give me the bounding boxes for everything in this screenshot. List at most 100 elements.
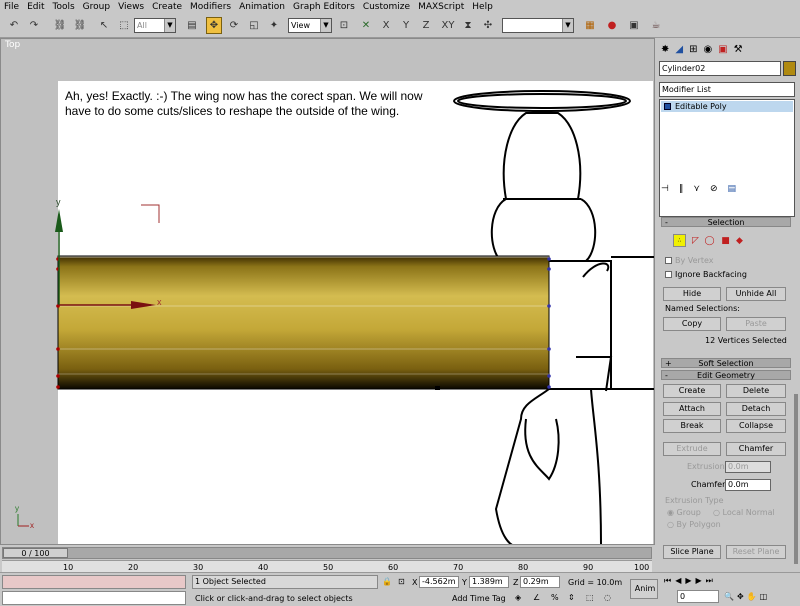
maxscript-listener-field[interactable]	[2, 575, 186, 589]
menu-graph-editors[interactable]: Graph Editors	[293, 2, 355, 12]
render-scene-icon[interactable]: ▣	[626, 17, 642, 34]
display-tab-icon[interactable]: ▣	[718, 44, 727, 55]
show-end-result-icon[interactable]: ‖	[679, 184, 684, 198]
degradation-override-icon[interactable]: ◌	[604, 593, 611, 602]
material-editor-icon[interactable]: ●	[604, 17, 620, 34]
menu-file[interactable]: File	[4, 2, 19, 12]
viewport-label[interactable]: Top	[5, 40, 20, 50]
element-subobject-icon[interactable]: ◆	[733, 234, 746, 247]
time-slider[interactable]: 0 / 100	[2, 547, 652, 559]
modifier-stack[interactable]: Editable Poly	[659, 99, 795, 217]
y-coord-field[interactable]: 1.389m	[469, 576, 509, 588]
select-region-icon[interactable]: ⬚	[116, 17, 132, 34]
axis-z-button[interactable]: Z	[418, 17, 434, 34]
selection-filter-dropdown[interactable]: All ▼	[134, 18, 176, 33]
border-subobject-icon[interactable]: ◯	[703, 234, 716, 247]
menu-maxscript[interactable]: MAXScript	[418, 2, 464, 12]
maxscript-output-field[interactable]	[2, 591, 186, 605]
remove-modifier-icon[interactable]: ⊘	[710, 184, 718, 198]
modifier-list-dropdown[interactable]: Modifier List	[659, 82, 795, 97]
menu-customize[interactable]: Customize	[363, 2, 410, 12]
track-bar[interactable]: 10 20 30 40 50 60 70 80 90 100	[2, 560, 652, 572]
mirror-icon[interactable]: ⧗	[460, 17, 476, 34]
lock-selection-icon[interactable]: 🔒	[382, 577, 392, 586]
soft-selection-rollout-header[interactable]: + Soft Selection	[661, 358, 791, 368]
extrusion-spinner[interactable]: 0.0m	[725, 461, 771, 473]
break-button[interactable]: Break	[663, 419, 721, 433]
reference-coordinate-dropdown[interactable]: View ▼	[288, 18, 332, 33]
collapse-button[interactable]: Collapse	[726, 419, 786, 433]
menu-modifiers[interactable]: Modifiers	[190, 2, 231, 12]
pin-stack-icon[interactable]: ⊣	[661, 184, 669, 198]
by-vertex-option[interactable]: By Vertex	[665, 256, 713, 265]
current-frame-field[interactable]: 0	[677, 590, 719, 603]
menu-tools[interactable]: Tools	[53, 2, 75, 12]
menu-help[interactable]: Help	[472, 2, 493, 12]
motion-tab-icon[interactable]: ◉	[703, 44, 712, 55]
percent-snap-icon[interactable]: %	[551, 593, 559, 602]
modify-tab-icon[interactable]: ◢	[675, 44, 683, 55]
quick-render-icon[interactable]: ☕	[648, 17, 664, 34]
paste-button[interactable]: Paste	[726, 317, 786, 331]
redo-icon[interactable]: ↷	[26, 17, 42, 34]
playback-controls[interactable]: ⏮◀▶▶⏭	[664, 576, 717, 586]
ignore-backfacing-option[interactable]: Ignore Backfacing	[665, 270, 747, 279]
animate-button[interactable]: Anim	[630, 579, 658, 599]
select-and-manipulate-icon[interactable]: ✕	[358, 17, 374, 34]
create-tab-icon[interactable]: ✸	[661, 44, 669, 55]
make-unique-icon[interactable]: ⋎	[693, 184, 700, 198]
spinner-snap-icon[interactable]: ⇕	[568, 593, 575, 602]
extrude-button[interactable]: Extrude	[663, 442, 721, 456]
menu-group[interactable]: Group	[83, 2, 110, 12]
menu-edit[interactable]: Edit	[27, 2, 44, 12]
menu-create[interactable]: Create	[152, 2, 182, 12]
slice-plane-button[interactable]: Slice Plane	[663, 545, 721, 559]
panel-scrollbar[interactable]	[794, 394, 798, 564]
axis-x-button[interactable]: X	[378, 17, 394, 34]
copy-button[interactable]: Copy	[663, 317, 721, 331]
viewport-top[interactable]: y x y x Top Ah, yes! Exactly. :-) The wi…	[0, 38, 655, 545]
align-icon[interactable]: ✣	[480, 17, 496, 34]
object-color-swatch[interactable]	[783, 61, 796, 76]
chamfer-spinner[interactable]: 0.0m	[725, 479, 771, 491]
configure-sets-icon[interactable]: ▤	[727, 184, 736, 198]
axis-y-button[interactable]: Y	[398, 17, 414, 34]
edge-subobject-icon[interactable]: ◸	[689, 234, 702, 247]
menu-views[interactable]: Views	[118, 2, 144, 12]
add-time-tag[interactable]: Add Time Tag	[452, 594, 506, 603]
menu-animation[interactable]: Animation	[239, 2, 285, 12]
unhide-all-button[interactable]: Unhide All	[726, 287, 786, 301]
detach-button[interactable]: Detach	[726, 402, 786, 416]
utilities-tab-icon[interactable]: ⚒	[734, 44, 743, 55]
z-coord-field[interactable]: 0.29m	[520, 576, 560, 588]
polygon-subobject-icon[interactable]: ■	[719, 234, 732, 247]
create-button[interactable]: Create	[663, 384, 721, 398]
select-rotate-icon[interactable]: ⟳	[226, 17, 242, 34]
delete-button[interactable]: Delete	[726, 384, 786, 398]
object-name-field[interactable]: Cylinder02	[659, 61, 781, 76]
hierarchy-tab-icon[interactable]: ⊞	[689, 44, 697, 55]
snap-toggle-icon[interactable]: ◈	[515, 593, 521, 602]
selection-rollout-header[interactable]: - Selection	[661, 217, 791, 227]
edit-geometry-rollout-header[interactable]: - Edit Geometry	[661, 370, 791, 380]
pivot-center-icon[interactable]: ⊡	[336, 17, 352, 34]
by-polygon-radio[interactable]: ○ By Polygon	[667, 520, 721, 529]
angle-snap-icon[interactable]: ∠	[533, 593, 540, 602]
window-crossing-icon[interactable]: ⬚	[586, 593, 594, 602]
unlink-icon[interactable]: ⛓	[72, 17, 88, 34]
vertex-subobject-icon[interactable]: ∴	[673, 234, 686, 247]
wing-cylinder[interactable]	[57, 255, 550, 390]
reset-plane-button[interactable]: Reset Plane	[726, 545, 786, 559]
select-scale-icon[interactable]: ◱	[246, 17, 262, 34]
group-radio[interactable]: ◉ Group	[667, 508, 701, 517]
squash-icon[interactable]: ✦	[266, 17, 282, 34]
select-by-name-icon[interactable]: ▤	[184, 17, 200, 34]
named-selection-dropdown[interactable]: ▼	[502, 18, 574, 33]
absolute-mode-icon[interactable]: ⊡	[398, 577, 405, 586]
time-slider-knob[interactable]: 0 / 100	[3, 548, 68, 558]
x-coord-field[interactable]: -4.562m	[419, 576, 459, 588]
undo-icon[interactable]: ↶	[6, 17, 22, 34]
hide-button[interactable]: Hide	[663, 287, 721, 301]
chamfer-button[interactable]: Chamfer	[726, 442, 786, 456]
axis-xy-button[interactable]: XY	[440, 17, 456, 34]
